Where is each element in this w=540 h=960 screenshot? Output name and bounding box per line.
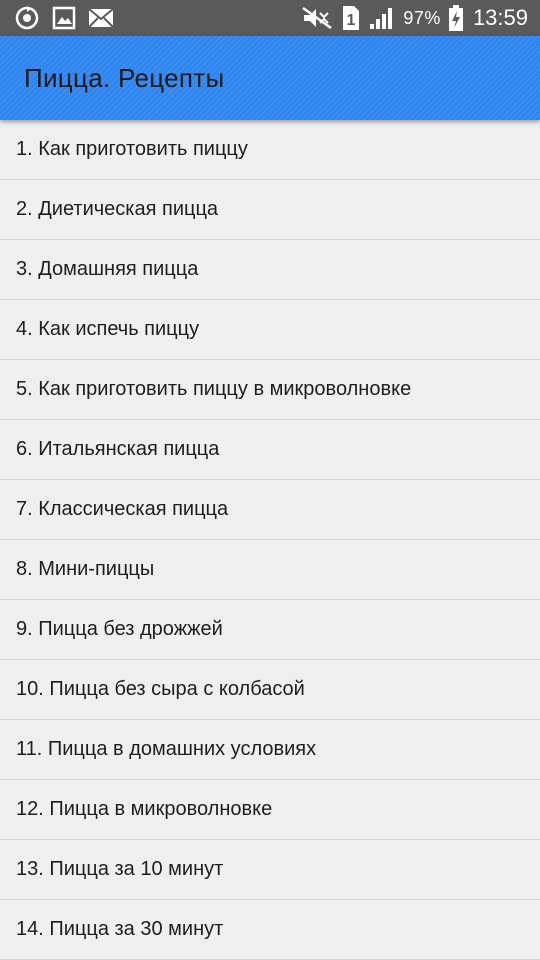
notification-icons [14, 5, 114, 31]
recipe-list-item[interactable]: 6. Итальянская пицца [0, 420, 540, 480]
sync-icon [14, 5, 40, 31]
recipe-title: 12. Пицца в микроволновке [16, 798, 273, 820]
mute-icon [301, 6, 333, 30]
recipe-list-item[interactable]: 4. Как испечь пиццу [0, 300, 540, 360]
recipe-title: 8. Мини-пиццы [16, 558, 155, 580]
recipe-title: 1. Как приготовить пиццу [16, 138, 248, 160]
recipe-title: 9. Пицца без дрожжей [16, 618, 223, 640]
recipe-title: 10. Пицца без сыра с колбасой [16, 678, 305, 700]
sim-slot-number: 1 [347, 12, 356, 29]
recipe-title: 5. Как приготовить пиццу в микроволновке [16, 378, 412, 400]
system-icons: 1 97% 13:59 [301, 5, 528, 31]
recipe-title: 2. Диетическая пицца [16, 198, 219, 220]
recipe-list-item[interactable]: 1. Как приготовить пиццу [0, 120, 540, 180]
signal-icon [369, 6, 395, 30]
recipe-list-item[interactable]: 2. Диетическая пицца [0, 180, 540, 240]
recipe-list-item[interactable]: 3. Домашняя пицца [0, 240, 540, 300]
recipe-title: 11. Пицца в домашних условиях [16, 738, 317, 760]
recipe-list-item[interactable]: 12. Пицца в микроволновке [0, 780, 540, 840]
page-title: Пицца. Рецепты [24, 62, 225, 93]
recipe-title: 6. Итальянская пицца [16, 438, 220, 460]
recipe-list-item[interactable]: 14. Пицца за 30 минут [0, 900, 540, 960]
recipe-list-item[interactable]: 11. Пицца в домашних условиях [0, 720, 540, 780]
recipe-list-item[interactable]: 13. Пицца за 10 минут [0, 840, 540, 900]
status-bar: 1 97% 13:59 [0, 0, 540, 36]
recipe-list-item[interactable]: 10. Пицца без сыра с колбасой [0, 660, 540, 720]
recipe-title: 14. Пицца за 30 минут [16, 918, 224, 940]
recipe-title: 3. Домашняя пицца [16, 258, 199, 280]
battery-charging-icon [448, 5, 463, 31]
clock: 13:59 [472, 5, 528, 30]
battery-percent: 97% [403, 7, 441, 28]
recipe-list-item[interactable]: 9. Пицца без дрожжей [0, 600, 540, 660]
image-icon [52, 6, 76, 30]
recipe-list: 1. Как приготовить пиццу 2. Диетическая п… [0, 120, 540, 960]
recipe-title: 13. Пицца за 10 минут [16, 858, 224, 880]
recipe-title: 7. Классическая пицца [16, 498, 229, 520]
recipe-list-item[interactable]: 5. Как приготовить пиццу в микроволновке [0, 360, 540, 420]
app-bar: Пицца. Рецепты [0, 36, 540, 120]
sim-icon: 1 [341, 5, 361, 31]
recipe-title: 4. Как испечь пиццу [16, 318, 200, 340]
recipe-list-item[interactable]: 7. Классическая пицца [0, 480, 540, 540]
mail-icon [88, 7, 114, 29]
recipe-list-item[interactable]: 8. Мини-пиццы [0, 540, 540, 600]
